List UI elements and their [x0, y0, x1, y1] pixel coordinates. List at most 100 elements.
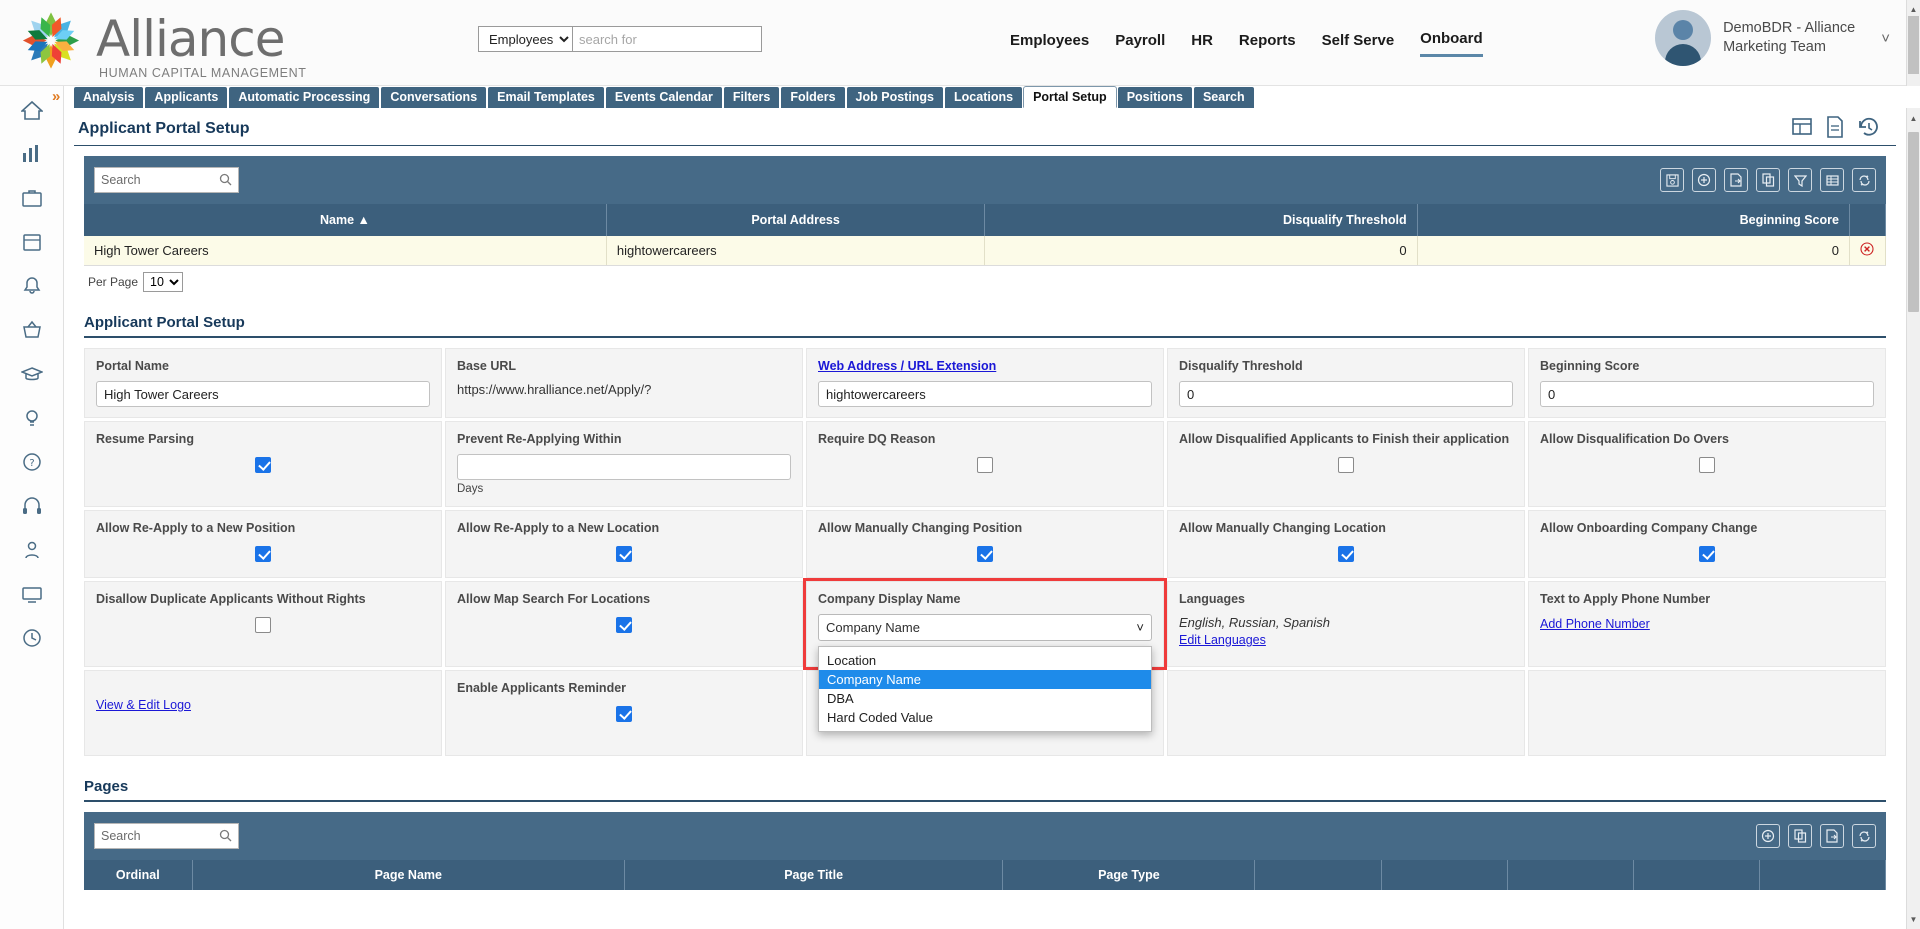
dropdown-option-dba[interactable]: DBA — [819, 689, 1151, 708]
export-icon[interactable] — [1724, 168, 1748, 192]
export-icon[interactable] — [1820, 824, 1844, 848]
scroll-up-arrow[interactable]: ▲ — [1907, 110, 1920, 126]
web-address-input[interactable] — [818, 381, 1152, 407]
copy-icon[interactable] — [1756, 168, 1780, 192]
delete-icon[interactable] — [1860, 242, 1875, 259]
add-icon[interactable] — [1756, 824, 1780, 848]
tab-automatic-processing[interactable]: Automatic Processing — [228, 86, 381, 108]
chevron-down-icon[interactable]: ˅ — [1136, 620, 1144, 635]
allow-re-apply-new-position-checkbox[interactable] — [255, 546, 271, 562]
label-web-address-url-extension[interactable]: Web Address / URL Extension — [818, 358, 1152, 374]
disqualify-threshold-input[interactable] — [1179, 381, 1513, 407]
person-icon[interactable] — [11, 532, 53, 568]
company-display-name-dropdown[interactable]: Location Company Name DBA Hard Coded Val… — [818, 646, 1152, 732]
global-search-input[interactable] — [572, 26, 762, 52]
dropdown-option-location[interactable]: Location — [819, 651, 1151, 670]
grid-toolbar-actions[interactable] — [1660, 168, 1876, 192]
resume-parsing-checkbox[interactable] — [255, 457, 271, 473]
scroll-down-arrow[interactable]: ▼ — [1907, 911, 1920, 927]
refresh-icon[interactable] — [1852, 168, 1876, 192]
dropdown-option-company-name[interactable]: Company Name — [819, 670, 1151, 689]
tab-applicants[interactable]: Applicants — [144, 86, 229, 108]
analytics-icon[interactable] — [11, 136, 53, 172]
nav-self-serve[interactable]: Self Serve — [1322, 32, 1395, 56]
grid-view-icon[interactable] — [1792, 117, 1812, 140]
tab-positions[interactable]: Positions — [1116, 86, 1193, 108]
add-phone-number-link[interactable]: Add Phone Number — [1540, 617, 1650, 631]
company-display-name-select[interactable]: Company Name ˅ — [818, 614, 1152, 641]
col-page-type[interactable]: Page Type — [1002, 860, 1256, 890]
per-page-select[interactable]: 10 — [143, 272, 184, 292]
tab-filters[interactable]: Filters — [722, 86, 781, 108]
copy-icon[interactable] — [1788, 824, 1812, 848]
col-ordinal[interactable]: Ordinal — [84, 860, 193, 890]
briefcase-icon[interactable] — [11, 180, 53, 216]
bell-icon[interactable] — [11, 268, 53, 304]
global-search-scope[interactable]: Employees — [478, 26, 572, 52]
add-icon[interactable] — [1692, 168, 1716, 192]
cell-beginning-score[interactable]: 0 — [1417, 236, 1850, 266]
col-name[interactable]: Name ▲ — [84, 204, 607, 236]
page-scrollbar[interactable]: ▲ ▼ — [1906, 108, 1920, 929]
tab-analysis[interactable]: Analysis — [73, 86, 145, 108]
dropdown-option-hard-coded-value[interactable]: Hard Coded Value — [819, 708, 1151, 727]
headset-icon[interactable] — [11, 488, 53, 524]
table-row[interactable]: High Tower Careers hightowercareers 0 0 — [84, 236, 1887, 266]
allow-disqualification-do-overs-checkbox[interactable] — [1699, 457, 1715, 473]
tab-conversations[interactable]: Conversations — [380, 86, 488, 108]
portfolio-icon[interactable] — [11, 224, 53, 260]
chevron-down-icon[interactable]: ˅ — [1881, 30, 1890, 47]
nav-payroll[interactable]: Payroll — [1115, 32, 1165, 56]
graduation-icon[interactable] — [11, 356, 53, 392]
view-edit-logo-link[interactable]: View & Edit Logo — [96, 698, 191, 712]
left-rail[interactable]: ? — [0, 86, 64, 929]
cell-name[interactable]: High Tower Careers — [84, 236, 607, 266]
allow-manually-changing-position-checkbox[interactable] — [977, 546, 993, 562]
allow-map-search-checkbox[interactable] — [616, 617, 632, 633]
allow-onboarding-company-change-checkbox[interactable] — [1699, 546, 1715, 562]
allow-re-apply-new-location-checkbox[interactable] — [616, 546, 632, 562]
scroll-thumb[interactable] — [1908, 132, 1919, 312]
monitor-icon[interactable] — [11, 576, 53, 612]
per-page-control[interactable]: Per Page 10 — [84, 266, 1886, 292]
clock-icon[interactable] — [11, 620, 53, 656]
tab-search[interactable]: Search — [1192, 86, 1255, 108]
user-menu[interactable]: DemoBDR - Alliance Marketing Team ˅ — [1655, 10, 1890, 66]
scroll-up-arrow[interactable]: ▲ — [1907, 2, 1920, 16]
col-page-title[interactable]: Page Title — [624, 860, 1004, 890]
pages-toolbar-actions[interactable] — [1756, 824, 1876, 848]
basket-icon[interactable] — [11, 312, 53, 348]
portal-name-input[interactable] — [96, 381, 430, 407]
nav-onboard[interactable]: Onboard — [1420, 30, 1483, 57]
page-header-actions[interactable] — [1792, 116, 1880, 141]
module-tabs[interactable]: Analysis Applicants Automatic Processing… — [64, 86, 1920, 108]
tab-events-calendar[interactable]: Events Calendar — [604, 86, 723, 108]
allow-disqualified-finish-checkbox[interactable] — [1338, 457, 1354, 473]
brand-logo[interactable]: Alliance HUMAN CAPITAL MANAGEMENT — [0, 0, 306, 80]
edit-languages-link[interactable]: Edit Languages — [1179, 633, 1266, 647]
nav-hr[interactable]: HR — [1191, 32, 1213, 56]
pages-search-input[interactable] — [95, 824, 238, 848]
nav-employees[interactable]: Employees — [1010, 32, 1089, 56]
enable-applicants-reminder-checkbox[interactable] — [616, 706, 632, 722]
tab-email-templates[interactable]: Email Templates — [487, 86, 605, 108]
tab-locations[interactable]: Locations — [944, 86, 1024, 108]
refresh-icon[interactable] — [1852, 824, 1876, 848]
allow-manually-changing-location-checkbox[interactable] — [1338, 546, 1354, 562]
grid-search-input[interactable] — [95, 168, 238, 192]
tab-job-postings[interactable]: Job Postings — [845, 86, 945, 108]
col-page-name[interactable]: Page Name — [192, 860, 625, 890]
document-icon[interactable] — [1826, 116, 1844, 141]
global-search[interactable]: Employees — [478, 26, 762, 52]
tab-expander-icon[interactable]: » — [52, 88, 60, 105]
filter-icon[interactable] — [1788, 168, 1812, 192]
require-dq-reason-checkbox[interactable] — [977, 457, 993, 473]
tab-portal-setup[interactable]: Portal Setup — [1023, 86, 1117, 108]
scroll-thumb[interactable] — [1908, 16, 1919, 74]
prevent-re-applying-input[interactable] — [457, 454, 791, 480]
beginning-score-input[interactable] — [1540, 381, 1874, 407]
help-icon[interactable]: ? — [11, 444, 53, 480]
main-nav[interactable]: Employees Payroll HR Reports Self Serve … — [1010, 30, 1483, 57]
col-disqualify-threshold[interactable]: Disqualify Threshold — [984, 204, 1418, 236]
nav-reports[interactable]: Reports — [1239, 32, 1296, 56]
